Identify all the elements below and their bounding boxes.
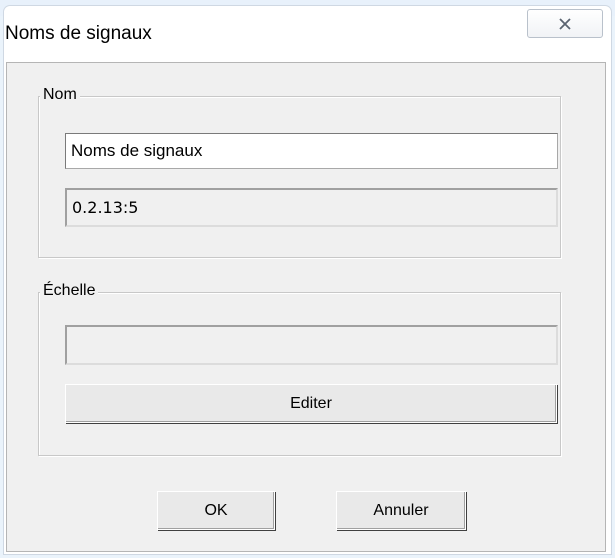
nom-group-label: Nom (40, 86, 80, 104)
cancel-button[interactable]: Annuler (336, 491, 466, 530)
scale-field (65, 325, 558, 365)
ok-button[interactable]: OK (157, 491, 275, 530)
window-title: Noms de signaux (5, 23, 152, 44)
echelle-groupbox (38, 292, 561, 456)
dialog-client-area: Nom Noms de signaux 0.2.13:5 Échelle Edi… (6, 62, 606, 552)
signal-address-field: 0.2.13:5 (65, 188, 558, 227)
signal-name-input[interactable]: Noms de signaux (65, 133, 558, 169)
close-x-icon (559, 17, 571, 30)
close-button[interactable] (527, 9, 603, 38)
echelle-group-label: Échelle (40, 282, 99, 300)
edit-button[interactable]: Editer (65, 384, 557, 423)
nom-groupbox (38, 96, 561, 258)
